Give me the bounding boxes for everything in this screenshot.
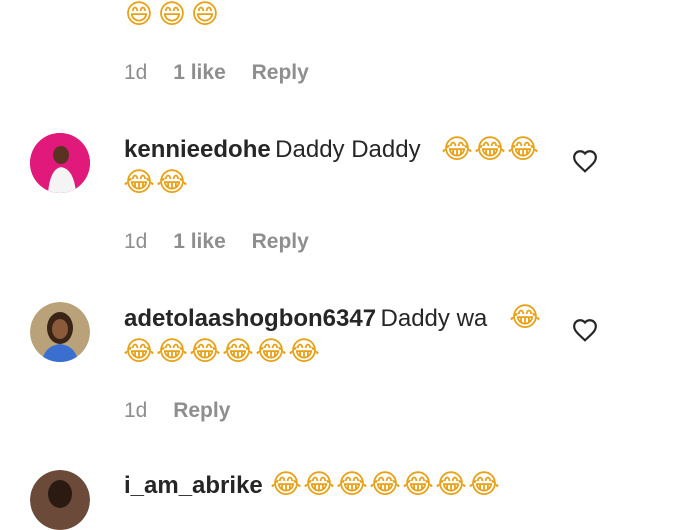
- emoji: 😂: [369, 469, 401, 500]
- comment-2-body: adetolaashogbon6347 Daddy wa: [124, 303, 487, 338]
- like-count-button[interactable]: 1 like: [173, 230, 226, 253]
- comment-username[interactable]: adetolaashogbon6347: [124, 305, 376, 332]
- comment-1-emojis-line2: 😂 😂: [123, 168, 188, 198]
- comment-time: 1d: [124, 230, 148, 253]
- reply-button[interactable]: Reply: [252, 230, 309, 253]
- comment-text: Daddy Daddy: [275, 136, 421, 163]
- emoji: 😂: [507, 134, 539, 165]
- avatar[interactable]: [30, 470, 90, 530]
- emoji: 😄: [157, 0, 187, 30]
- reply-button[interactable]: Reply: [252, 61, 309, 84]
- emoji: 😄: [124, 0, 154, 30]
- comment-3-emojis-line1: 😂 😂 😂 😂 😂 😂 😂: [270, 470, 500, 500]
- emoji: 😂: [474, 134, 506, 165]
- emoji: 😂: [303, 469, 335, 500]
- comment-username[interactable]: i_am_abrike: [124, 472, 263, 499]
- comment-1-emojis-line1: 😂 😂 😂: [441, 135, 539, 165]
- avatar[interactable]: [30, 302, 90, 362]
- emoji: 😂: [441, 134, 473, 165]
- comment-1-body: kennieedohe Daddy Daddy: [124, 134, 421, 169]
- like-heart-icon[interactable]: [572, 318, 598, 342]
- emoji: 😂: [222, 336, 254, 367]
- emoji: 😂: [123, 167, 155, 198]
- like-count-button[interactable]: 1 like: [173, 61, 226, 84]
- comment-2-meta: 1d Reply: [124, 399, 230, 423]
- emoji: 😂: [288, 336, 320, 367]
- emoji: 😂: [402, 469, 434, 500]
- emoji: 😂: [435, 469, 467, 500]
- emoji: 😂: [123, 336, 155, 367]
- reply-button[interactable]: Reply: [173, 399, 230, 422]
- comment-0-meta: 1d 1 like Reply: [124, 61, 309, 85]
- emoji: 😂: [156, 167, 188, 198]
- emoji: 😂: [255, 336, 287, 367]
- emoji: 😄: [190, 0, 220, 30]
- emoji: 😂: [509, 302, 541, 333]
- comment-username[interactable]: kennieedohe: [124, 136, 271, 163]
- like-heart-icon[interactable]: [572, 149, 598, 173]
- comment-1-meta: 1d 1 like Reply: [124, 230, 309, 254]
- avatar[interactable]: [30, 133, 90, 193]
- emoji: 😂: [468, 469, 500, 500]
- comment-text: Daddy wa: [380, 305, 488, 332]
- emoji: 😂: [336, 469, 368, 500]
- emoji: 😂: [156, 336, 188, 367]
- comment-time: 1d: [124, 61, 148, 84]
- emoji: 😂: [189, 336, 221, 367]
- emoji: 😂: [270, 469, 302, 500]
- comment-2-emojis-line2: 😂 😂 😂 😂 😂 😂: [123, 337, 320, 367]
- comment-3-body: i_am_abrike: [124, 470, 263, 505]
- comment-time: 1d: [124, 399, 148, 422]
- comment-0-emoji-tail: 😄 😄 😄: [123, 0, 221, 30]
- comment-2-emojis-line1: 😂: [509, 303, 541, 333]
